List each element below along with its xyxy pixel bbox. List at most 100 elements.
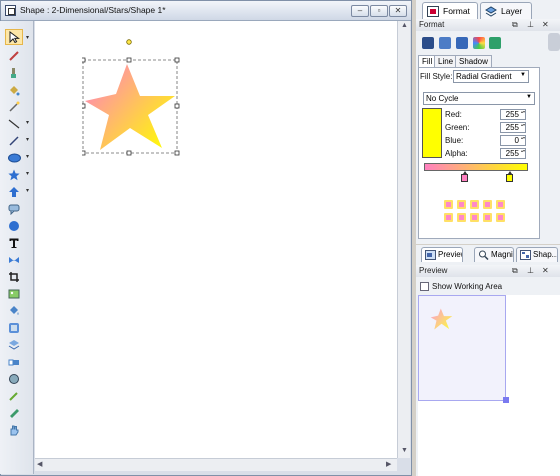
drawing-canvas[interactable] bbox=[35, 21, 397, 458]
pen-icon[interactable] bbox=[5, 48, 23, 64]
fill-style-dropdown[interactable]: Radial Gradient ▼ bbox=[453, 70, 529, 83]
preset-swatch[interactable] bbox=[444, 213, 453, 222]
scroll-up-icon[interactable]: ▲ bbox=[401, 22, 408, 29]
tab-preview[interactable]: Preview bbox=[421, 247, 463, 262]
gradient-stop-start[interactable] bbox=[461, 171, 468, 182]
hand-icon[interactable] bbox=[5, 422, 23, 438]
brush-icon[interactable] bbox=[5, 65, 23, 81]
gradient-bar[interactable] bbox=[424, 163, 528, 171]
horizontal-scrollbar[interactable]: ◀ ▶ bbox=[35, 458, 397, 471]
blue-input[interactable]: 0 bbox=[500, 135, 526, 146]
alpha-input[interactable]: 255 bbox=[500, 148, 526, 159]
scroll-left-icon[interactable]: ◀ bbox=[37, 460, 42, 468]
scroll-right-icon[interactable]: ▶ bbox=[386, 460, 391, 468]
pin-icon[interactable]: ⊥ bbox=[527, 20, 534, 29]
ribbon-icon[interactable] bbox=[5, 252, 23, 268]
preset-swatch[interactable] bbox=[470, 213, 479, 222]
preview-icon bbox=[425, 250, 436, 260]
preset-swatch[interactable] bbox=[496, 213, 505, 222]
chevron-down-icon[interactable]: ▾ bbox=[26, 170, 29, 177]
chevron-down-icon[interactable]: ▾ bbox=[26, 119, 29, 126]
chevron-down-icon[interactable]: ▾ bbox=[26, 187, 29, 194]
cycle-dropdown[interactable]: No Cycle ▼ bbox=[423, 92, 535, 105]
document-title: Shape : 2-Dimensional/Stars/Shape 1* bbox=[20, 5, 166, 15]
gradient-icon[interactable] bbox=[5, 320, 23, 336]
preset-swatch[interactable] bbox=[457, 213, 466, 222]
arrow-up-icon[interactable] bbox=[5, 184, 23, 200]
eyedropper-icon[interactable] bbox=[5, 388, 23, 404]
fill-icon[interactable] bbox=[5, 303, 23, 319]
pencil-icon[interactable] bbox=[5, 133, 23, 149]
rotate-handle[interactable] bbox=[126, 39, 132, 45]
resize-handle[interactable] bbox=[82, 150, 86, 156]
paint-bucket-icon[interactable] bbox=[5, 82, 23, 98]
pin-icon[interactable]: ⊥ bbox=[527, 266, 534, 275]
wand-icon[interactable] bbox=[5, 99, 23, 115]
fill-format-icon[interactable] bbox=[422, 37, 434, 49]
color-swatch[interactable] bbox=[422, 108, 442, 158]
cycle-value: No Cycle bbox=[426, 94, 459, 103]
restore-button[interactable]: ▫ bbox=[370, 5, 388, 17]
float-icon[interactable]: ⧉ bbox=[512, 20, 518, 30]
float-icon[interactable]: ⧉ bbox=[512, 266, 518, 276]
callout-icon[interactable] bbox=[5, 201, 23, 217]
line-format-icon[interactable] bbox=[439, 37, 451, 49]
resize-handle[interactable] bbox=[174, 150, 180, 156]
effects-format-icon[interactable] bbox=[456, 37, 468, 49]
tool-palette: ▾ ▾ ▾ ▾ ▾ ▾ bbox=[0, 21, 34, 474]
panel-scroll-handle[interactable] bbox=[548, 33, 560, 51]
scroll-down-icon[interactable]: ▼ bbox=[401, 447, 408, 454]
show-working-area-checkbox[interactable] bbox=[420, 282, 429, 291]
stamp-icon[interactable] bbox=[5, 371, 23, 387]
close-icon[interactable]: ✕ bbox=[542, 20, 549, 29]
resize-handle[interactable] bbox=[126, 57, 132, 63]
chevron-down-icon[interactable]: ▾ bbox=[26, 34, 29, 41]
vertical-scrollbar[interactable]: ▲ ▼ bbox=[397, 21, 410, 458]
preset-swatch[interactable] bbox=[483, 200, 492, 209]
tab-magnifier[interactable]: Magni... bbox=[474, 247, 514, 262]
image-icon[interactable] bbox=[5, 286, 23, 302]
tab-layer-label: Layer bbox=[501, 6, 523, 16]
ruler-icon[interactable] bbox=[5, 405, 23, 421]
resize-handle[interactable] bbox=[126, 150, 132, 156]
minimize-button[interactable]: – bbox=[351, 5, 369, 17]
red-input[interactable]: 255 bbox=[500, 109, 526, 120]
preview-working-area[interactable] bbox=[418, 295, 506, 401]
tab-layer[interactable]: Layer bbox=[480, 2, 532, 19]
layers-icon[interactable] bbox=[5, 337, 23, 353]
line-icon[interactable] bbox=[5, 116, 23, 132]
balloon-icon[interactable] bbox=[5, 218, 23, 234]
preset-swatch[interactable] bbox=[496, 200, 505, 209]
star-shape[interactable] bbox=[82, 38, 182, 158]
preset-swatch[interactable] bbox=[457, 200, 466, 209]
star-icon[interactable] bbox=[5, 167, 23, 183]
preview-panel-header: Preview ⧉ ⊥ ✕ bbox=[416, 265, 560, 277]
close-icon[interactable]: ✕ bbox=[542, 266, 549, 275]
preview-resize-handle[interactable] bbox=[503, 397, 509, 403]
resize-handle[interactable] bbox=[174, 57, 180, 63]
crop-icon[interactable] bbox=[5, 269, 23, 285]
preset-swatch[interactable] bbox=[483, 213, 492, 222]
chevron-down-icon[interactable]: ▾ bbox=[26, 136, 29, 143]
tab-shapes[interactable]: Shap... bbox=[516, 247, 558, 262]
text-icon[interactable] bbox=[5, 235, 23, 251]
close-button[interactable]: ✕ bbox=[389, 5, 407, 17]
selection-arrow-icon[interactable] bbox=[5, 29, 23, 45]
magnifier-icon bbox=[479, 250, 489, 260]
document-titlebar[interactable]: Shape : 2-Dimensional/Stars/Shape 1* – ▫… bbox=[1, 1, 411, 21]
gradient-stop-end[interactable] bbox=[506, 171, 513, 182]
tab-format[interactable]: Format bbox=[422, 2, 478, 19]
green-input[interactable]: 255 bbox=[500, 122, 526, 133]
format-panel-header: Format ⧉ ⊥ ✕ bbox=[416, 19, 560, 31]
style-format-icon[interactable] bbox=[489, 37, 501, 49]
chevron-down-icon[interactable]: ▾ bbox=[26, 153, 29, 160]
preset-swatch[interactable] bbox=[444, 200, 453, 209]
resize-handle[interactable] bbox=[174, 103, 180, 109]
star-fill[interactable] bbox=[85, 64, 175, 150]
ellipse-icon[interactable] bbox=[5, 150, 23, 166]
resize-handle[interactable] bbox=[82, 57, 86, 63]
preset-swatch[interactable] bbox=[470, 200, 479, 209]
resize-handle[interactable] bbox=[82, 103, 86, 109]
color-wheel-icon[interactable] bbox=[473, 37, 485, 49]
eraser-icon[interactable] bbox=[5, 354, 23, 370]
